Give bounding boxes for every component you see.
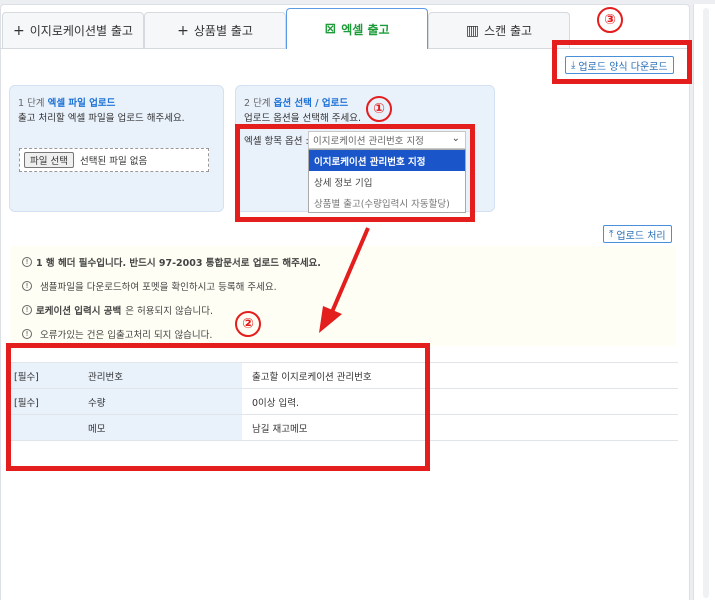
notice-text: 샘플파일을 다운로드하여 포멧을 확인하시고 등록해 주세요.: [40, 282, 277, 293]
excel-icon: ⊠: [324, 21, 337, 37]
barcode-icon: ▥: [465, 22, 480, 39]
tab-bar: + 이지로케이션별 출고 + 상품별 출고 ⊠ 엑셀 출고 ▥ 스캔 출고: [0, 8, 690, 49]
file-upload-area[interactable]: 파일 선택 선택된 파일 없음: [19, 148, 209, 172]
table-row: [필수] 관리번호 출고할 이지로케이션 관리번호: [10, 362, 678, 389]
notice-text: 은 허용되지 않습니다.: [125, 306, 214, 317]
notice-bold: 로케이션 입력시 공백: [36, 306, 122, 317]
step1-card: 1 단계 엑셀 파일 업로드 출고 처리할 엑셀 파일을 업로드 해주세요. 파…: [9, 85, 224, 212]
desc-cell: 남길 재고메모: [242, 414, 678, 441]
step1-desc: 출고 처리할 엑셀 파일을 업로드 해주세요.: [18, 113, 185, 124]
tab-scan-out[interactable]: ▥ 스캔 출고: [428, 12, 570, 48]
tab-product-out[interactable]: + 상품별 출고: [144, 12, 286, 48]
file-status: 선택된 파일 없음: [79, 156, 148, 167]
step1-heading: 엑셀 파일 업로드: [47, 98, 116, 109]
step2-desc: 업로드 옵션을 선택해 주세요.: [244, 113, 361, 124]
option-location-number[interactable]: 이지로케이션 관리번호 지정: [309, 150, 465, 171]
upload-process-button[interactable]: ⤒ 업로드 처리: [603, 225, 672, 243]
info-icon: !: [22, 305, 32, 315]
notice-line: ! 샘플파일을 다운로드하여 포멧을 확인하시고 등록해 주세요.: [22, 279, 277, 293]
field-cell: 수량: [70, 388, 242, 415]
field-cell: 메모: [70, 414, 242, 441]
tab-label: 스캔 출고: [484, 24, 533, 38]
excel-option-select[interactable]: 이지로케이션 관리번호 지정 ⌄: [308, 131, 466, 149]
plus-icon: +: [177, 22, 189, 39]
field-table: [필수] 관리번호 출고할 이지로케이션 관리번호 [필수] 수량 0이상 입력…: [10, 362, 678, 441]
notice-box: ! 1 행 헤더 필수입니다. 반드시 97-2003 통합문서로 업로드 해주…: [10, 246, 676, 346]
req-cell: [필수]: [10, 388, 70, 415]
option-dropdown: 이지로케이션 관리번호 지정 상세 정보 기입 상품별 출고(수량입력시 자동할…: [308, 149, 466, 213]
scrollbar[interactable]: [703, 8, 709, 598]
field-cell: 관리번호: [70, 362, 242, 389]
notice-line: ! 로케이션 입력시 공백 은 허용되지 않습니다.: [22, 303, 213, 317]
notice-line: ! 오류가있는 건은 입출고처리 되지 않습니다.: [22, 327, 212, 341]
req-cell: [필수]: [10, 362, 70, 389]
excel-option-label: 엑셀 항목 옵션 :: [244, 136, 309, 147]
option-detail-info[interactable]: 상세 정보 기입: [309, 171, 465, 192]
annotation-badge-2: ②: [235, 311, 261, 337]
desc-cell: 출고할 이지로케이션 관리번호: [242, 362, 678, 389]
download-form-button[interactable]: ⤓ 업로드 양식 다운로드: [565, 56, 674, 74]
annotation-badge-3: ③: [597, 7, 623, 33]
tab-excel-out[interactable]: ⊠ 엑셀 출고: [286, 8, 428, 49]
download-form-label: 업로드 양식 다운로드: [578, 61, 668, 73]
step2-title: 2 단계 옵션 선택 / 업로드: [244, 95, 348, 109]
annotation-badge-1: ①: [366, 96, 392, 122]
notice-line: ! 1 행 헤더 필수입니다. 반드시 97-2003 통합문서로 업로드 해주…: [22, 255, 325, 269]
step2-prefix: 2 단계: [244, 98, 271, 109]
chevron-down-icon: ⌄: [451, 133, 460, 144]
download-icon: ⤓: [571, 59, 576, 71]
scroll-area: [693, 4, 715, 600]
select-value: 이지로케이션 관리번호 지정: [313, 136, 424, 147]
option-product-auto[interactable]: 상품별 출고(수량입력시 자동할당): [309, 192, 465, 213]
tab-label: 이지로케이션별 출고: [29, 24, 133, 38]
step2-heading: 옵션 선택 / 업로드: [273, 98, 349, 109]
file-select-button[interactable]: 파일 선택: [24, 152, 74, 168]
info-icon: !: [22, 329, 32, 339]
notice-text: 오류가있는 건은 입출고처리 되지 않습니다.: [40, 330, 213, 341]
upload-icon: ⤒: [609, 228, 614, 240]
info-icon: !: [22, 257, 32, 267]
req-cell: [10, 414, 70, 441]
tab-label: 엑셀 출고: [341, 22, 390, 37]
tab-location-out[interactable]: + 이지로케이션별 출고: [2, 12, 144, 48]
plus-icon: +: [13, 22, 25, 39]
step1-prefix: 1 단계: [18, 98, 45, 109]
upload-process-label: 업로드 처리: [616, 230, 666, 242]
table-row: [필수] 수량 0이상 입력.: [10, 388, 678, 415]
table-row: 메모 남길 재고메모: [10, 414, 678, 441]
desc-cell: 0이상 입력.: [242, 388, 678, 415]
step1-title: 1 단계 엑셀 파일 업로드: [18, 95, 115, 109]
tab-label: 상품별 출고: [193, 24, 253, 38]
notice-bold: 1 행 헤더 필수입니다. 반드시 97-2003 통합문서로 업로드 해주세요…: [36, 258, 321, 269]
info-icon: !: [22, 281, 32, 291]
